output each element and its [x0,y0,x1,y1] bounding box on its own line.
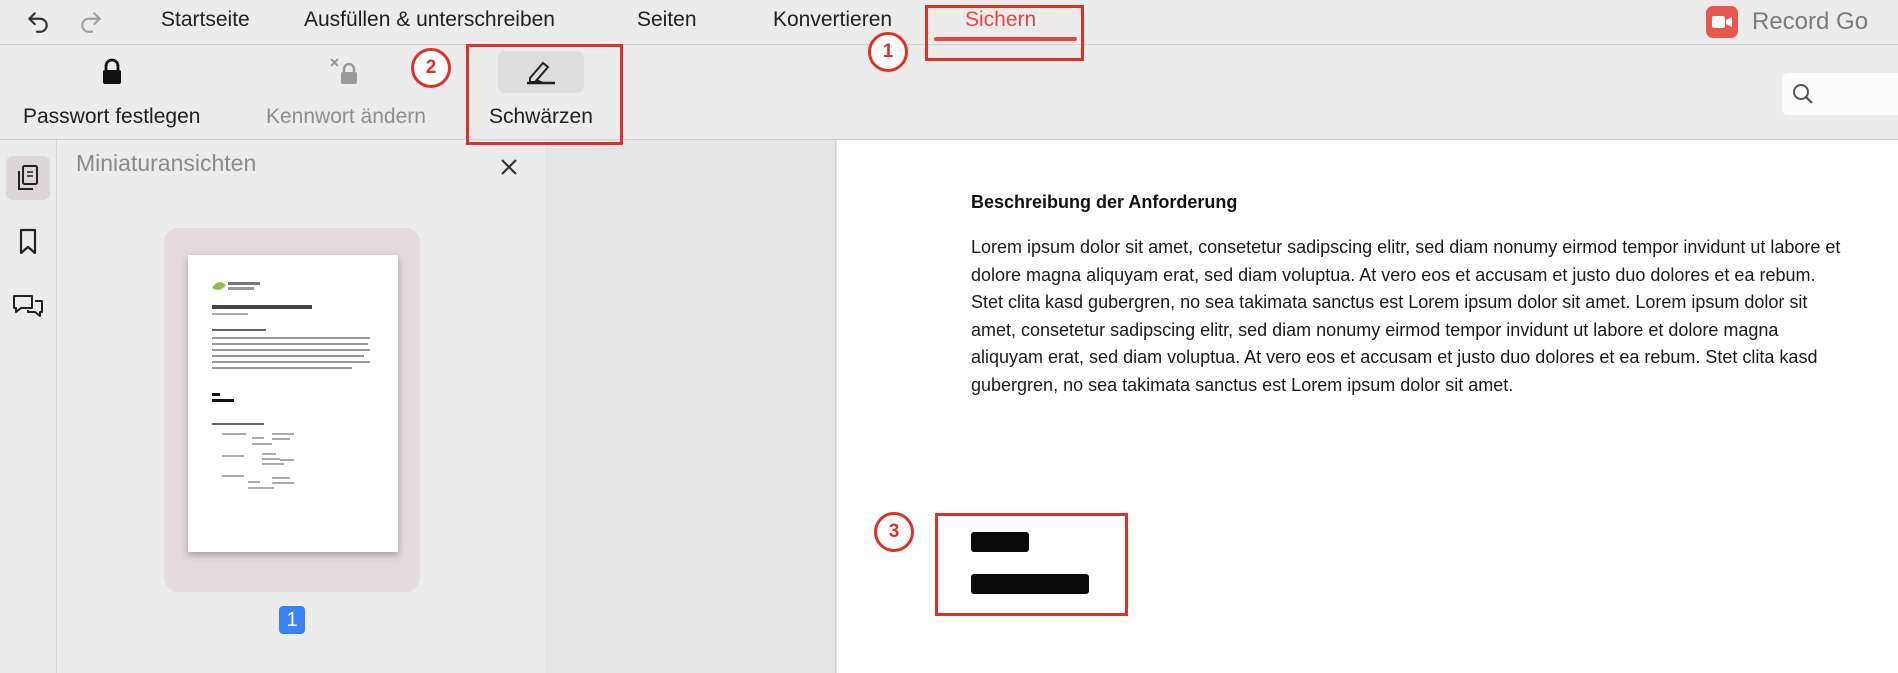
annotation-number-3: 3 [874,512,914,552]
lock-icon [102,58,121,84]
set-password-label: Passwort festlegen [23,105,201,128]
tool-icon-frame [303,51,389,93]
document-canvas-background [545,140,836,673]
record-go-label: Record Go [1752,8,1869,35]
sidebar-pages-button[interactable] [6,156,50,200]
close-panel-button[interactable] [494,152,524,182]
thumbnail-page-preview [212,282,370,489]
annotation-number-1: 1 [868,32,908,72]
set-password-button[interactable]: Passwort festlegen [23,51,200,129]
document-heading: Beschreibung der Anforderung [971,192,1238,212]
thumbnails-panel: Miniaturansichten 1 [57,140,545,673]
record-go-button[interactable]: Record Go [1706,6,1868,38]
comments-icon [13,295,43,317]
search-icon [1793,84,1813,104]
redo-icon [81,12,101,33]
sidebar-bookmarks-button[interactable] [6,220,50,264]
redo-button[interactable] [75,6,107,38]
page-thumbnail[interactable] [188,255,398,552]
undo-icon [28,12,48,33]
search-input[interactable] [1782,73,1898,115]
lock-change-icon [330,58,357,84]
pages-icon [18,165,38,190]
page-number-badge: 1 [279,606,305,634]
menu-ausfuellen[interactable]: Ausfüllen & unterschreiben [304,8,555,32]
undo-button[interactable] [22,6,54,38]
change-password-button[interactable]: Kennwort ändern [266,51,426,129]
sidebar-comments-button[interactable] [6,284,50,328]
annotation-box-sichern [925,5,1084,61]
annotation-box-redactions [935,513,1128,616]
annotation-box-schwaerzen [466,44,623,145]
change-password-label: Kennwort ändern [266,105,426,128]
annotation-number-2: 2 [411,48,451,88]
bookmark-icon [19,228,37,255]
app-window: Startseite Ausfüllen & unterschreiben Se… [0,0,1898,673]
menu-konvertieren[interactable]: Konvertieren [773,8,892,32]
sidebar-icon-strip [0,140,57,673]
document-paragraph: Lorem ipsum dolor sit amet, consetetur s… [971,237,1841,395]
menu-seiten[interactable]: Seiten [637,8,697,32]
menu-startseite[interactable]: Startseite [161,8,250,32]
tool-icon-frame [69,51,155,93]
thumbnails-title: Miniaturansichten [76,150,257,176]
video-camera-icon [1706,6,1738,38]
close-icon [501,159,517,175]
